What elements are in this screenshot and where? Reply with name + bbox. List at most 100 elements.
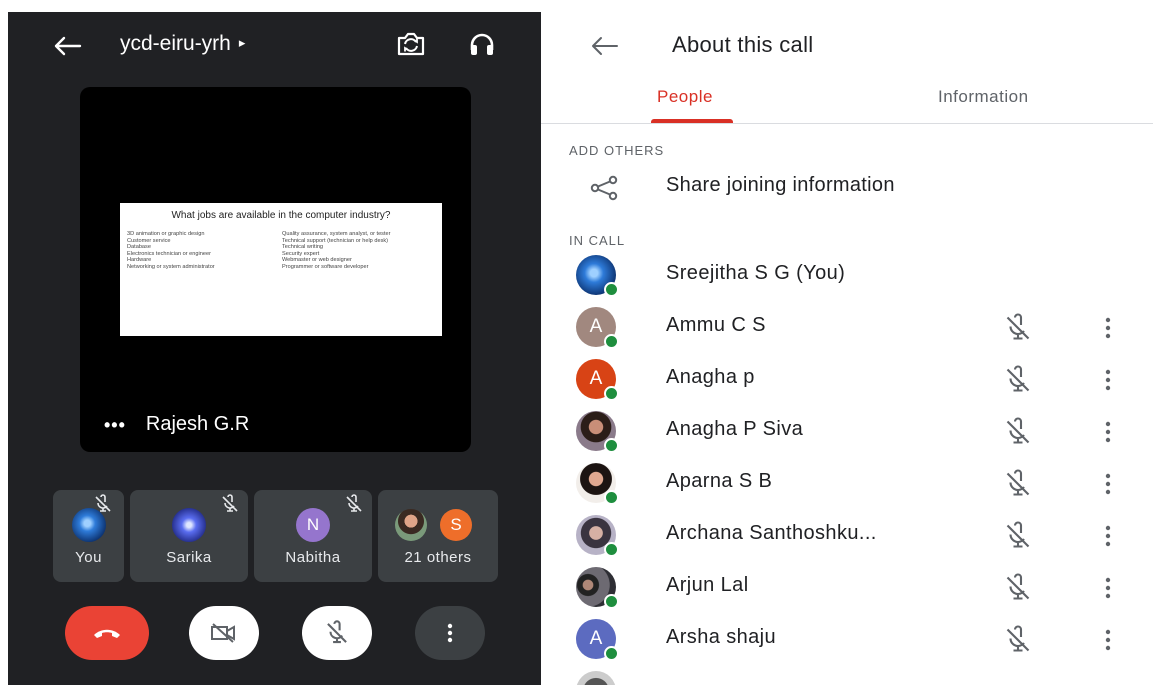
participant-name: Ammu C S [666,314,766,336]
camera-toggle-button[interactable] [189,606,259,660]
participant-name: Anagha P Siva [666,418,804,440]
shared-slide: What jobs are available in the computer … [120,203,442,336]
avatar-letter: A [589,316,603,337]
avatar-initial: A [576,359,619,401]
more-vert-icon[interactable] [1101,366,1115,394]
tile-name: Sarika [166,549,212,566]
audio-output-headphones-icon[interactable] [468,31,496,57]
online-status-icon [604,282,619,297]
participant-row-partial[interactable] [541,666,1153,685]
more-options-button[interactable] [415,606,485,660]
participant-tile-you[interactable]: You [53,490,124,582]
presenter-name: Rajesh G.R [145,413,250,435]
share-icon [590,175,618,201]
participant-row[interactable]: A Ammu C S [541,302,1153,354]
avatar-blue-globe-photo [71,508,106,542]
online-status-icon [604,646,619,661]
mic-off-icon [327,620,347,644]
participant-row[interactable]: Arjun Lal [541,562,1153,614]
camera-off-icon [211,623,235,643]
slide-item: Technical support (technician or help de… [282,237,389,244]
meeting-code-button[interactable]: ycd-eiru-yrh ▸ [120,32,245,56]
participant-row[interactable]: Aparna S B [541,458,1153,510]
call-screen: ycd-eiru-yrh ▸ What jobs are available in… [8,12,541,685]
online-status-icon [604,438,619,453]
participant-tile-others[interactable]: S 21 others [378,490,498,582]
tile-name: 21 others [404,549,472,566]
tab-information[interactable]: Information [938,87,1029,107]
slide-item: Electronics technician or engineer [127,250,211,257]
tile-name: Nabitha [285,549,341,566]
more-vert-icon[interactable] [1101,626,1115,654]
mic-off-icon [1006,313,1030,340]
avatar-photo [395,509,427,541]
mic-off-icon [222,494,238,512]
avatar-photo [576,515,619,557]
more-vert-icon[interactable] [1101,574,1115,602]
meeting-info-caret-icon: ▸ [238,35,246,50]
avatar-blue-flower-photo [172,508,206,542]
end-call-icon [94,629,120,638]
slide-item: Technical writing [282,244,324,251]
switch-camera-icon[interactable] [396,31,426,57]
participant-row[interactable]: Sreejitha S G (You) [541,250,1153,302]
participant-row[interactable]: Anagha P Siva [541,406,1153,458]
share-joining-info-label: Share joining information [666,174,895,196]
slide-item: Customer service [127,237,171,244]
participant-name: Sreejitha S G (You) [666,262,846,284]
participant-tile-sarika[interactable]: Sarika [130,490,248,582]
avatar-photo [576,671,616,685]
slide-item: Quality assurance, system analyst, or te… [282,231,391,237]
slide-item: Networking or system administrator [127,263,215,270]
about-call-panel: About this call People Information ADD O… [541,12,1153,685]
slide-item: Hardware [127,257,152,264]
avatar-photo [576,567,619,609]
end-call-button[interactable] [65,606,149,660]
tab-divider [541,123,1153,124]
participant-row[interactable]: Archana Santhoshku... [541,510,1153,562]
mic-off-icon [1006,573,1030,600]
slide-right-list: Quality assurance, system analyst, or te… [282,231,422,271]
online-status-icon [604,594,619,609]
online-status-icon [604,334,619,349]
online-status-icon [604,386,619,401]
presenter-label: ••• Rajesh G.R [104,413,249,436]
slide-item: Programmer or software developer [282,263,369,270]
tile-name: You [75,549,102,566]
more-vert-icon[interactable] [1101,418,1115,446]
more-dots-icon[interactable]: ••• [104,416,126,434]
online-status-icon [604,490,619,505]
participant-tile-nabitha[interactable]: N Nabitha [254,490,372,582]
mic-off-icon [1006,625,1030,652]
microphone-toggle-button[interactable] [302,606,372,660]
participant-row[interactable]: A Anagha p [541,354,1153,406]
more-vert-icon[interactable] [1101,314,1115,342]
slide-item: Database [127,244,151,251]
meeting-code: ycd-eiru-yrh [120,32,231,55]
more-vert-icon [447,623,453,643]
participant-row[interactable]: A Arsha shaju [541,614,1153,666]
more-vert-icon[interactable] [1101,470,1115,498]
avatar-photo [576,411,619,453]
main-presentation-tile[interactable]: What jobs are available in the computer … [80,87,471,452]
more-vert-icon[interactable] [1101,522,1115,550]
back-arrow-icon[interactable] [52,36,82,56]
mic-off-icon [1006,417,1030,444]
mic-off-icon [1006,365,1030,392]
avatar-photo [576,463,619,505]
mic-off-icon [1006,469,1030,496]
mic-off-icon [1006,521,1030,548]
avatar-photo [576,255,619,297]
avatar-initial: A [576,307,619,349]
tab-people[interactable]: People [657,87,713,107]
slide-left-list: 3D animation or graphic design Customer … [127,231,277,271]
avatar-initial: S [440,509,472,541]
participant-name: Aparna S B [666,470,773,492]
avatar-initial: A [576,619,619,661]
back-arrow-icon[interactable] [589,36,619,56]
mic-off-icon [346,494,362,512]
slide-title: What jobs are available in the computer … [171,210,391,221]
participant-name: Arsha shaju [666,626,777,648]
participant-name: Arjun Lal [666,574,749,596]
avatar-letter: A [589,628,603,649]
